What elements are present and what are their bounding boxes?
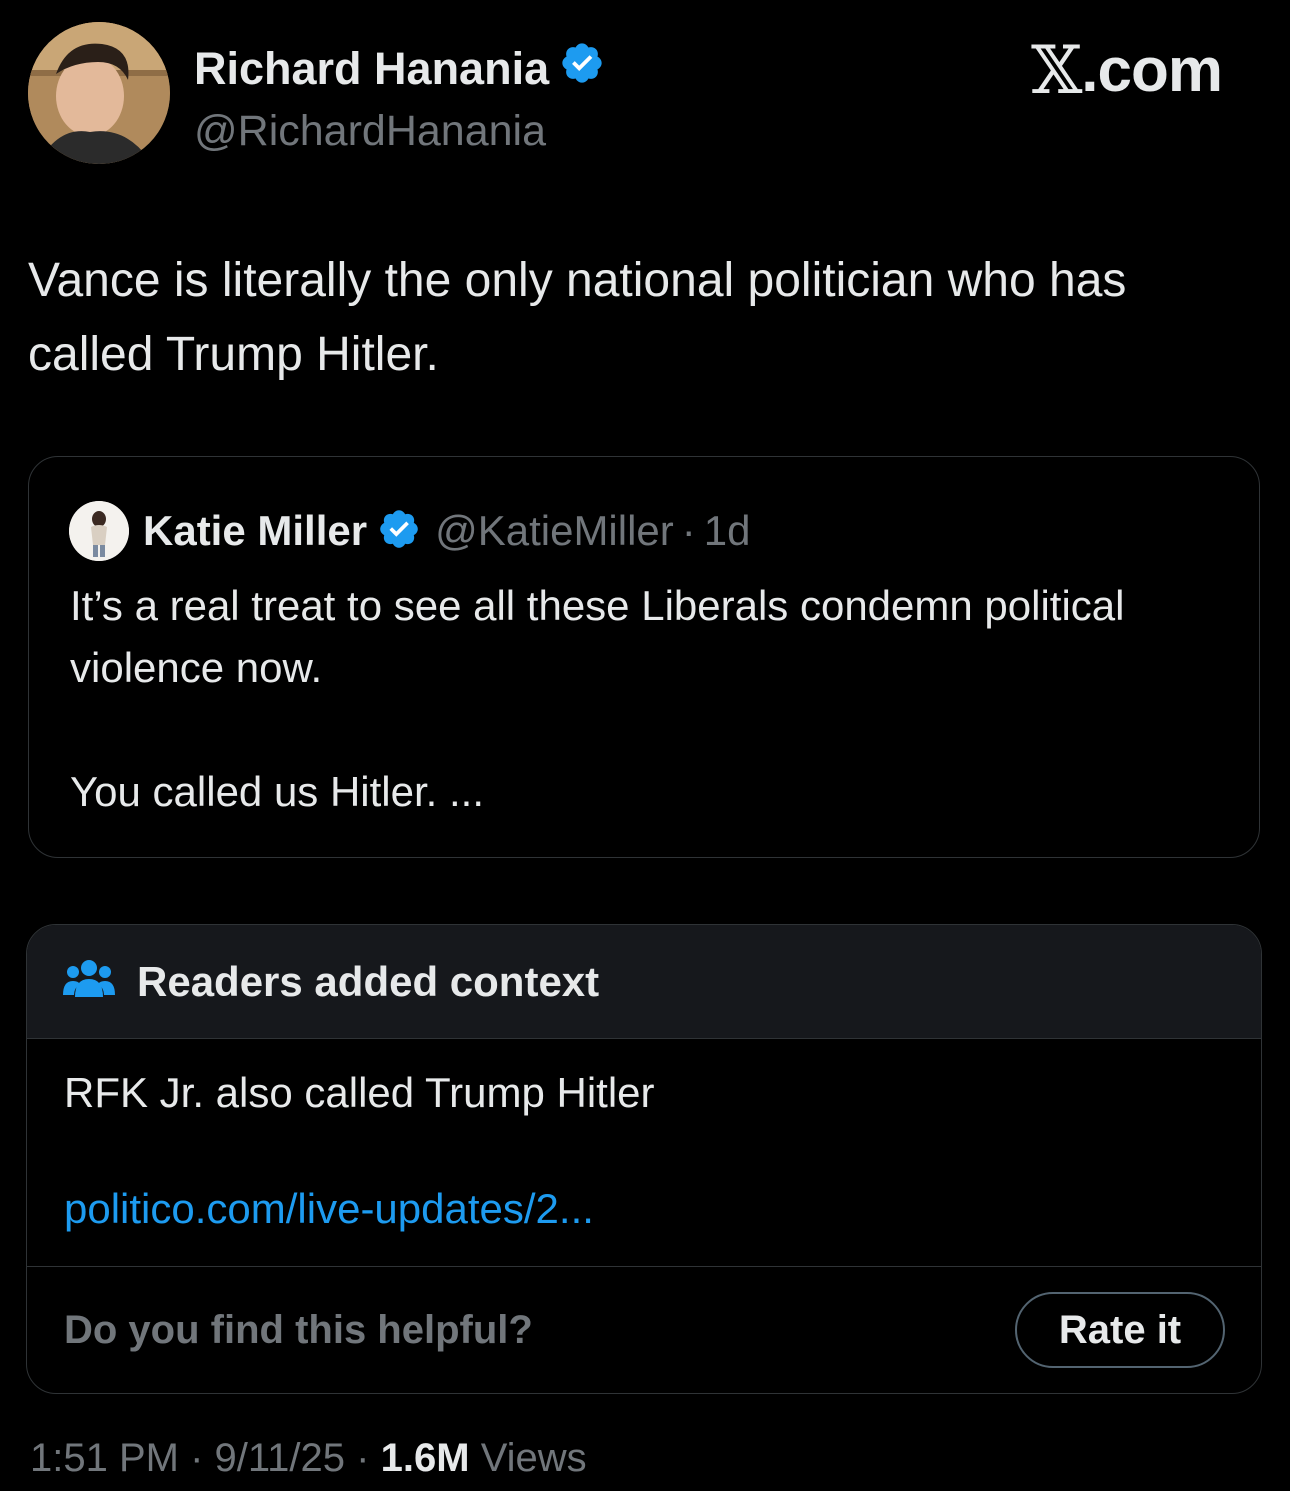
quoted-verified-badge-icon [377, 507, 421, 556]
community-note: Readers added context RFK Jr. also calle… [26, 924, 1262, 1394]
meta-separator: · [190, 1436, 204, 1480]
author-avatar[interactable] [28, 22, 170, 164]
author-name-block: Richard Hanania @RichardHanania [194, 40, 605, 161]
views-label: Views [480, 1436, 587, 1480]
tweet-meta: 1:51 PM · 9/11/25 · 1.6M Views [30, 1432, 587, 1484]
avatar-photo-icon [28, 22, 170, 164]
meta-separator: · [356, 1436, 370, 1480]
quoted-tweet-card[interactable]: Katie Miller @KatieMiller · 1d It’s a re… [28, 456, 1260, 858]
tweet-time[interactable]: 1:51 PM [30, 1436, 179, 1480]
quoted-separator: · [681, 507, 696, 554]
quoted-paragraph: You called us Hitler. ... [70, 768, 485, 815]
author-name-text: Richard Hanania [194, 42, 550, 94]
rate-it-button[interactable]: Rate it [1015, 1292, 1225, 1368]
author-handle[interactable]: @RichardHanania [194, 101, 605, 161]
community-note-header: Readers added context [27, 925, 1261, 1039]
views-count[interactable]: 1.6M [381, 1436, 470, 1480]
author-display-name[interactable]: Richard Hanania [194, 40, 605, 97]
quoted-author-name[interactable]: Katie Miller [143, 507, 367, 555]
quoted-tweet-header: Katie Miller @KatieMiller · 1d [69, 501, 751, 561]
community-note-body: RFK Jr. also called Trump Hitler politic… [27, 1039, 1261, 1267]
tweet-header: Richard Hanania @RichardHanania 𝕏 .com [28, 22, 1262, 172]
quoted-tweet-text: It’s a real treat to see all these Liber… [70, 575, 1210, 823]
tweet-text: Vance is literally the only national pol… [28, 254, 1127, 381]
quoted-author-handle[interactable]: @KatieMiller [435, 507, 674, 555]
quoted-avatar-photo-icon [69, 501, 129, 561]
x-logo-icon: 𝕏 [1031, 32, 1082, 109]
quoted-time-ago[interactable]: 1d [704, 507, 751, 555]
tweet-date[interactable]: 9/11/25 [215, 1436, 346, 1480]
helpful-prompt: Do you find this helpful? [64, 1307, 533, 1352]
quoted-paragraph: It’s a real treat to see all these Liber… [70, 582, 1125, 691]
community-note-footer: Do you find this helpful? Rate it [27, 1267, 1261, 1393]
quoted-author-avatar [69, 501, 129, 561]
community-note-title: Readers added context [137, 957, 600, 1005]
verified-badge-icon [559, 40, 605, 97]
x-brand-watermark: 𝕏 .com [1031, 32, 1223, 109]
brand-domain: .com [1081, 36, 1223, 105]
community-note-link[interactable]: politico.com/live-updates/2... [64, 1181, 1261, 1237]
people-group-icon [63, 957, 115, 1006]
community-note-text: RFK Jr. also called Trump Hitler [64, 1069, 655, 1116]
